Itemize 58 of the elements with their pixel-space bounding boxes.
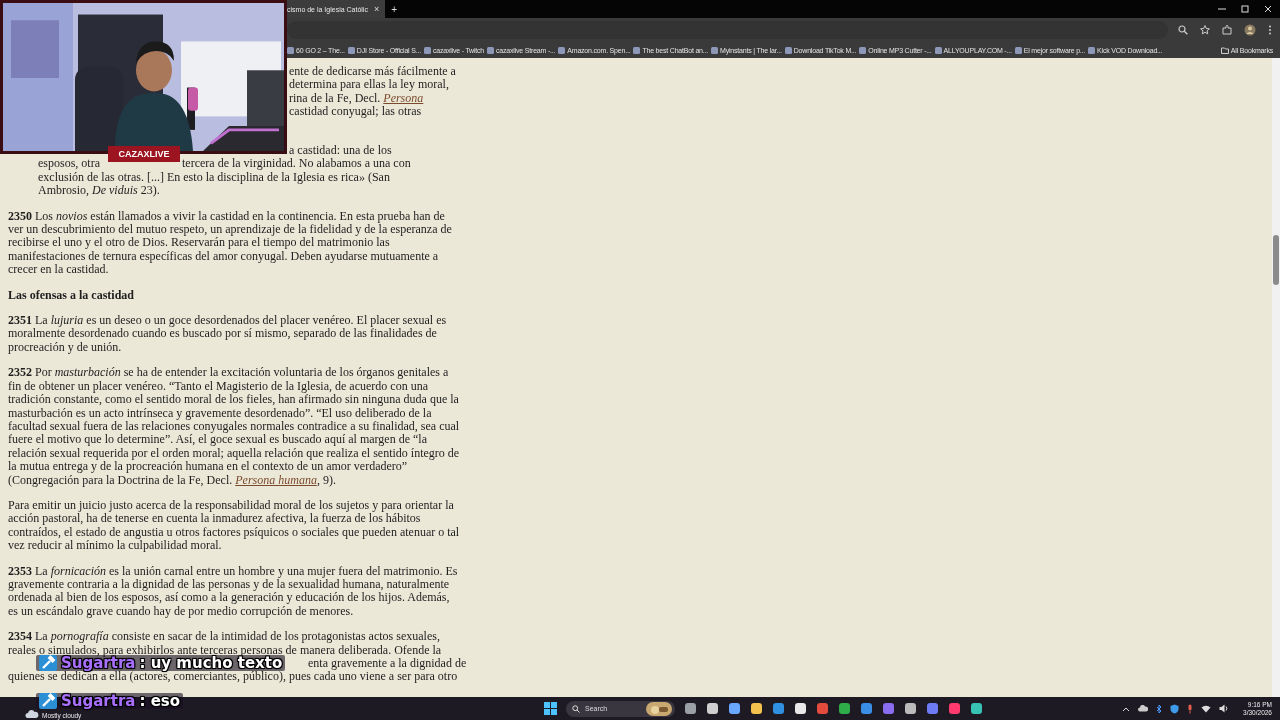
paragraph: 2352 Por masturbación se ha de entender la excitación voluntaria de los órganos genitales a fin de obtener un placer venéreo. “Tanto el Magisterio de la Iglesia, de acuerdo con una tradición constante, como el sentido moral de los fieles, han afirmado sin ninguna duda que la masturbación es un acto intrínseca y gravemente desordenado”. “El uso deliberado de la facultad sexual fuera de las relaciones conyugales normales contradice a su finalidad, sea cual fuere el motivo que lo determine”. Así, el goce sexual es buscado aquí al margen de “la relación sexual requerida por el orden moral; aquella relación que realiza el sentido íntegro de la mutua entrega y de la procreación humana en el contexto de un amor verdadero” (Congregación para la Doctrina de la Fe, Decl. Persona humana, 9). [8,366,460,487]
text-line: Ambrosio, De viduis 23). [38,183,160,198]
channel-badge: CAZAXLIVE [108,146,180,162]
paragraph: 2351 La lujuria es un deseo o un goce desordenados del placer venéreo. El placer sexual es moralmente desordenado cuando es buscado por sí mismo, separado de las finalidades de procreación y de unión. [8,314,448,355]
text-line: tercera de la virginidad. No alabamos a una con [182,157,411,171]
text-line: ente de dedicarse más fácilmente a [289,64,456,78]
section-heading: Las ofensas a la castidad [8,288,136,303]
site-icon [859,46,867,54]
star-icon[interactable] [1200,25,1210,35]
paragraph: 2353 La fornicación es la unión carnal entre un hombre y una mujer fuera del matrimonio. Es gravemente contraria a la dignidad de las personas y de la sexualidad humana, naturalmente ordenada al bien de los esposos, así como a la generación y educación de los hijos. Además, es un escándalo grave cuando hay de por medio corrupción de menores. [8,564,459,619]
scrollbar-thumb[interactable] [1273,235,1279,285]
paragraph: 2350 Los novios están llamados a vivir la castidad en la continencia. En esta prueba han de ver un descubrimiento del mutuo respeto, un aprendizaje de la fidelidad y de la esperanza de recibirse el uno y el otro de Dios. Reservarán para el tiempo del matrimonio las manifestaciones de ternura específicas del amor conyugal. Deben ayudarse mutuamente a crecer en la castidad. [8,209,453,277]
document-link[interactable]: Persona [383,90,424,105]
text-line: enta gravemente a la dignidad de [308,656,467,670]
paragraph: Para emitir un juicio justo acerca de la responsabilidad moral de los sujetos y para orientar la acción pastoral, ha de tenerse en cuenta la inmadurez afectiva, la fuerza de los hábitos contraídos, el estado de angustia u otros factores psíquicos o sociales que pueden atenuar o tal vez reducir al mínimo la culpabilidad moral. [8,498,460,553]
text-line: rina de la Fe, Decl. Persona [289,90,424,105]
text-line: reales o simulados, para exhibirlos ante terceras personas de manera deliberada. Ofende la [8,642,442,657]
document-link[interactable]: Persona humana [235,472,317,487]
site-icon [423,46,431,54]
text-line: exclusión de las otras. [...] En esto la disciplina de la Iglesia es rica» (San [38,169,390,184]
site-icon [711,46,719,54]
chevron-up-icon[interactable] [1122,705,1131,712]
cloud-icon[interactable] [1138,705,1149,712]
site-icon [1088,46,1096,54]
site-icon [633,46,641,54]
hammer-icon [39,693,57,709]
chat-username: Sugartra [61,693,136,709]
hammer-icon [39,655,57,671]
text-line: castidad conyugal; las otras [289,104,422,119]
text-line: 2354 La pornografía consiste en sacar de la intimidad de los protagonistas actos sexuales, [8,629,440,644]
windows-logo-icon[interactable] [544,702,558,715]
close-icon[interactable]: × [373,4,380,14]
text-line: esposos, otra [38,157,101,171]
maximize-icon[interactable] [1240,4,1250,14]
chat-username: Sugartra [61,655,136,671]
site-icon [487,46,495,54]
chat-message: : uy mucho texto [139,655,283,671]
bluetooth-icon[interactable] [1156,703,1163,714]
close-icon[interactable] [1263,4,1273,14]
magnifier-icon[interactable] [1178,25,1188,35]
site-icon [1014,46,1022,54]
site-icon [287,46,294,54]
text-line: a castidad: una de los [289,143,392,157]
site-icon [784,46,792,54]
wifi-icon[interactable] [1201,704,1212,713]
menu-icon[interactable] [1268,25,1272,35]
site-icon [558,46,566,54]
site-icon [934,46,942,54]
site-icon [347,46,355,54]
speaker-icon[interactable] [1219,704,1230,713]
text-line: determina para ellas la ley moral, [289,77,449,92]
microphone-icon[interactable] [1187,703,1194,714]
new-tab-button[interactable]: + [391,3,398,15]
shield-icon[interactable] [1170,703,1180,714]
cloud-icon [25,708,39,719]
chat-message: : eso [139,693,181,709]
avatar-icon[interactable] [1244,24,1256,36]
search-icon [572,704,581,713]
